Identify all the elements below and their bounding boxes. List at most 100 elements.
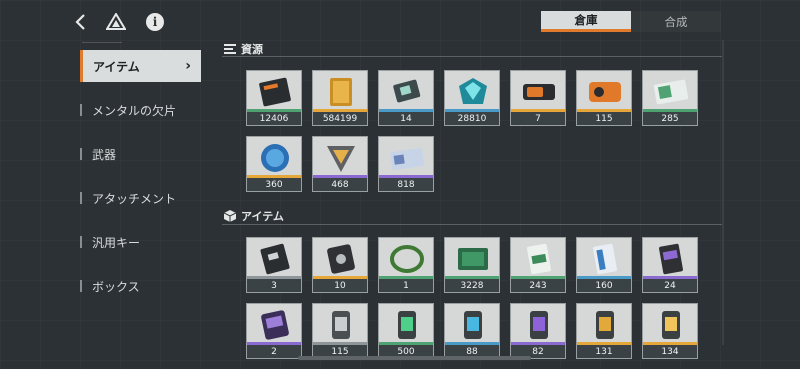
item-card[interactable]: 12406 [246,70,302,126]
green-canister-icon [385,308,429,342]
item-count: 468 [313,178,367,191]
divider-bar [80,192,82,204]
item-card[interactable]: 285 [642,70,698,126]
item-card[interactable]: 115 [312,303,368,359]
sidebar-item-general-keys[interactable]: 汎用キー [80,226,201,258]
sidebar-item-label: アイテム [93,59,140,74]
purple-pouch-icon [253,308,297,342]
gray-canister-icon [319,308,363,342]
item-count: 285 [643,112,697,125]
item-count: 12406 [247,112,301,125]
item-card[interactable]: 3 [246,237,302,293]
ticket-icon [253,75,297,109]
item-card[interactable]: 818 [378,136,434,192]
item-count: 10 [313,279,367,292]
item-card[interactable]: 115 [576,70,632,126]
item-count: 584199 [313,112,367,125]
item-card[interactable]: 160 [576,237,632,293]
chevron-right-icon: › [185,58,191,74]
green-board-icon [451,242,495,276]
item-count: 243 [511,279,565,292]
id-card-icon [385,141,429,175]
section-header-items: アイテム [224,208,284,224]
item-count: 2 [247,345,301,358]
resources-grid: 12406 584199 14 28810 7 115 285 360 468 818 [246,70,698,192]
wreath-icon [385,242,429,276]
sidebar-item-attachments[interactable]: アタッチメント [80,182,201,214]
item-count: 818 [379,178,433,191]
item-count: 115 [577,112,631,125]
chip-icon [385,75,429,109]
item-count: 360 [247,178,301,191]
sidebar-item-weapons[interactable]: 武器 [80,138,201,170]
sidebar-item-mental-fragments[interactable]: メンタルの欠片 [80,94,201,126]
active-indicator [80,50,83,82]
blue-coin-icon [253,141,297,175]
item-card[interactable]: 88 [444,303,500,359]
item-count: 24 [643,279,697,292]
gold-canister-icon [583,308,627,342]
item-card[interactable]: 243 [510,237,566,293]
gold-bar-icon [319,75,363,109]
dark-pouch-icon [319,242,363,276]
sidebar-item-boxes[interactable]: ボックス [80,270,201,302]
item-card[interactable]: 360 [246,136,302,192]
divider-bar [80,280,82,292]
item-card[interactable]: 24 [642,237,698,293]
dark-card-icon [253,242,297,276]
item-count: 134 [643,345,697,358]
purple-canister-icon [517,308,561,342]
sidebar-item-label: アタッチメント [92,191,177,206]
scroll-track-decoration [722,40,724,345]
tab-synthesis[interactable]: 合成 [631,11,721,32]
divider-bar [80,236,82,248]
info-icon[interactable]: i [143,10,167,34]
green-card-icon [649,75,693,109]
badge-icon [319,141,363,175]
sidebar-item-label: 武器 [92,147,117,162]
resources-icon [224,43,236,55]
item-card[interactable]: 131 [576,303,632,359]
item-card[interactable]: 10 [312,237,368,293]
section-header-resources: 資源 [224,41,263,57]
item-count: 3 [247,279,301,292]
sidebar-decoration [82,42,122,46]
item-count: 131 [577,345,631,358]
tab-warehouse[interactable]: 倉庫 [541,11,631,32]
item-card[interactable]: 2 [246,303,302,359]
green-keycard-icon [517,242,561,276]
divider-bar [80,148,82,160]
orange-device-icon [583,75,627,109]
item-card[interactable]: 82 [510,303,566,359]
item-card[interactable]: 584199 [312,70,368,126]
cube-icon [224,210,236,222]
item-card[interactable]: 28810 [444,70,500,126]
gold-canister-alt-icon [649,308,693,342]
items-grid: 3 10 1 3228 243 160 24 2 115 500 88 82 131 134 [246,237,698,359]
item-card[interactable]: 468 [312,136,368,192]
item-count: 1 [379,279,433,292]
item-count: 28810 [445,112,499,125]
sidebar-item-label: メンタルの欠片 [92,103,177,118]
blue-keycard-icon [583,242,627,276]
sidebar-item-items[interactable]: アイテム › [80,50,201,82]
info-glyph: i [146,13,164,31]
item-card[interactable]: 7 [510,70,566,126]
item-count: 3228 [445,279,499,292]
section-divider [222,56,722,57]
sidebar-item-label: ボックス [92,279,140,294]
section-divider [222,224,722,225]
triangle-drive-icon[interactable] [104,10,128,34]
divider-bar [80,104,82,116]
item-count: 160 [577,279,631,292]
item-card[interactable]: 14 [378,70,434,126]
item-card[interactable]: 1 [378,237,434,293]
purple-keycard-icon [649,242,693,276]
item-card[interactable]: 500 [378,303,434,359]
blue-canister-icon [451,308,495,342]
sidebar-item-label: 汎用キー [92,235,141,250]
back-arrow-icon[interactable] [68,10,92,34]
item-card[interactable]: 134 [642,303,698,359]
horizontal-scrollbar[interactable] [298,356,531,360]
item-card[interactable]: 3228 [444,237,500,293]
